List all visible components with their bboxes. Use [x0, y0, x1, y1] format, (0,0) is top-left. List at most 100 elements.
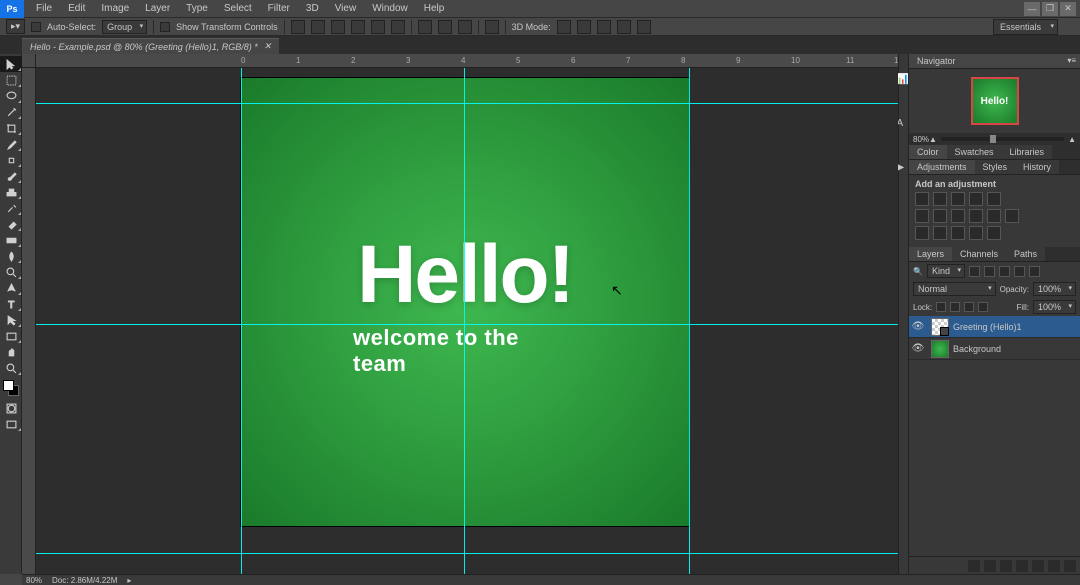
- menu-layer[interactable]: Layer: [137, 1, 178, 16]
- layer-visibility-icon[interactable]: 👁: [909, 321, 927, 332]
- styles-tab[interactable]: Styles: [975, 160, 1016, 174]
- 3d-roll-icon[interactable]: [577, 20, 591, 34]
- distribute-space-icon[interactable]: [458, 20, 472, 34]
- 3d-scale-icon[interactable]: [637, 20, 651, 34]
- brush-tool[interactable]: [0, 168, 22, 184]
- path-selection-tool[interactable]: [0, 312, 22, 328]
- guide-horizontal[interactable]: [36, 553, 898, 554]
- screen-mode-tool[interactable]: [0, 416, 22, 432]
- paths-tab[interactable]: Paths: [1006, 247, 1045, 261]
- new-fill-layer-icon[interactable]: [1016, 560, 1028, 572]
- workspace-switcher[interactable]: Essentials: [993, 19, 1058, 35]
- hue-sat-icon[interactable]: [915, 209, 929, 223]
- zoom-in-icon[interactable]: ▲: [1068, 135, 1076, 144]
- menu-select[interactable]: Select: [216, 1, 260, 16]
- filter-adjust-icon[interactable]: [984, 266, 995, 277]
- menu-window[interactable]: Window: [364, 1, 416, 16]
- close-button[interactable]: ✕: [1060, 2, 1076, 16]
- guide-horizontal[interactable]: [36, 103, 898, 104]
- dodge-tool[interactable]: [0, 264, 22, 280]
- minimize-button[interactable]: —: [1024, 2, 1040, 16]
- app-logo[interactable]: Ps: [0, 0, 24, 18]
- hand-tool[interactable]: [0, 344, 22, 360]
- history-brush-tool[interactable]: [0, 200, 22, 216]
- 3d-pan-icon[interactable]: [597, 20, 611, 34]
- navigator-tab[interactable]: Navigator ▾≡: [909, 54, 1080, 68]
- opacity-input[interactable]: 100%: [1033, 282, 1076, 296]
- color-swatches[interactable]: [3, 380, 19, 396]
- tool-preset-picker[interactable]: ▸▾: [6, 19, 25, 34]
- pen-tool[interactable]: [0, 280, 22, 296]
- artboard[interactable]: Hello! welcome to the team: [241, 78, 689, 526]
- auto-align-icon[interactable]: [485, 20, 499, 34]
- marquee-tool[interactable]: [0, 72, 22, 88]
- 3d-rotate-icon[interactable]: [557, 20, 571, 34]
- color-lookup-icon[interactable]: [1005, 209, 1019, 223]
- gradient-map-icon[interactable]: [969, 226, 983, 240]
- layer-filter-type[interactable]: Kind: [927, 264, 965, 278]
- lock-pixels-icon[interactable]: [950, 302, 960, 312]
- vibrance-icon[interactable]: [987, 192, 1001, 206]
- levels-icon[interactable]: [933, 192, 947, 206]
- new-group-icon[interactable]: [1032, 560, 1044, 572]
- auto-select-target[interactable]: Group: [102, 20, 147, 34]
- menu-filter[interactable]: Filter: [260, 1, 298, 16]
- photo-filter-icon[interactable]: [969, 209, 983, 223]
- 3d-slide-icon[interactable]: [617, 20, 631, 34]
- guide-vertical[interactable]: [464, 68, 465, 574]
- stamp-tool[interactable]: [0, 184, 22, 200]
- navigator-thumbnail[interactable]: Hello!: [971, 77, 1019, 125]
- menu-type[interactable]: Type: [178, 1, 216, 16]
- selective-color-icon[interactable]: [987, 226, 1001, 240]
- align-hcenter-icon[interactable]: [371, 20, 385, 34]
- menu-edit[interactable]: Edit: [60, 1, 93, 16]
- exposure-icon[interactable]: [969, 192, 983, 206]
- zoom-level[interactable]: 80%: [26, 576, 42, 585]
- menu-image[interactable]: Image: [93, 1, 137, 16]
- close-tab-icon[interactable]: ✕: [264, 41, 272, 52]
- shape-tool[interactable]: [0, 328, 22, 344]
- show-transform-checkbox[interactable]: [160, 22, 170, 32]
- channel-mixer-icon[interactable]: [987, 209, 1001, 223]
- brightness-contrast-icon[interactable]: [915, 192, 929, 206]
- color-balance-icon[interactable]: [933, 209, 947, 223]
- document-tab[interactable]: Hello - Example.psd @ 80% (Greeting (Hel…: [22, 38, 279, 54]
- layer-name[interactable]: Background: [953, 344, 1001, 354]
- quick-mask-tool[interactable]: [0, 400, 22, 416]
- navigator-zoom-slider[interactable]: [941, 137, 1064, 141]
- status-flyout-icon[interactable]: ▸: [127, 576, 131, 585]
- bw-icon[interactable]: [951, 209, 965, 223]
- posterize-icon[interactable]: [933, 226, 947, 240]
- eraser-tool[interactable]: [0, 216, 22, 232]
- menu-file[interactable]: File: [28, 1, 60, 16]
- filter-smart-icon[interactable]: [1029, 266, 1040, 277]
- horizontal-ruler[interactable]: 0 1 2 3 4 5 6 7 8 9 10 11 12: [36, 54, 898, 68]
- delete-layer-icon[interactable]: [1064, 560, 1076, 572]
- layer-mask-icon[interactable]: [1000, 560, 1012, 572]
- lock-all-icon[interactable]: [978, 302, 988, 312]
- crop-tool[interactable]: [0, 120, 22, 136]
- align-left-icon[interactable]: [351, 20, 365, 34]
- lock-position-icon[interactable]: [964, 302, 974, 312]
- fill-input[interactable]: 100%: [1033, 300, 1076, 314]
- auto-select-checkbox[interactable]: [31, 22, 41, 32]
- distribute-v-icon[interactable]: [438, 20, 452, 34]
- adjustments-tab[interactable]: Adjustments: [909, 160, 975, 174]
- align-top-icon[interactable]: [291, 20, 305, 34]
- guide-vertical[interactable]: [689, 68, 690, 574]
- layer-visibility-icon[interactable]: 👁: [909, 343, 927, 354]
- curves-icon[interactable]: [951, 192, 965, 206]
- align-bottom-icon[interactable]: [331, 20, 345, 34]
- maximize-button[interactable]: ❐: [1042, 2, 1058, 16]
- menu-view[interactable]: View: [327, 1, 365, 16]
- type-tool[interactable]: T: [0, 296, 22, 312]
- guide-vertical[interactable]: [241, 68, 242, 574]
- magic-wand-tool[interactable]: [0, 104, 22, 120]
- invert-icon[interactable]: [915, 226, 929, 240]
- menu-3d[interactable]: 3D: [298, 1, 327, 16]
- panel-menu-icon[interactable]: ▾≡: [1063, 56, 1080, 66]
- move-tool[interactable]: [0, 56, 22, 72]
- lock-transparency-icon[interactable]: [936, 302, 946, 312]
- align-right-icon[interactable]: [391, 20, 405, 34]
- layer-thumbnail[interactable]: [931, 340, 949, 358]
